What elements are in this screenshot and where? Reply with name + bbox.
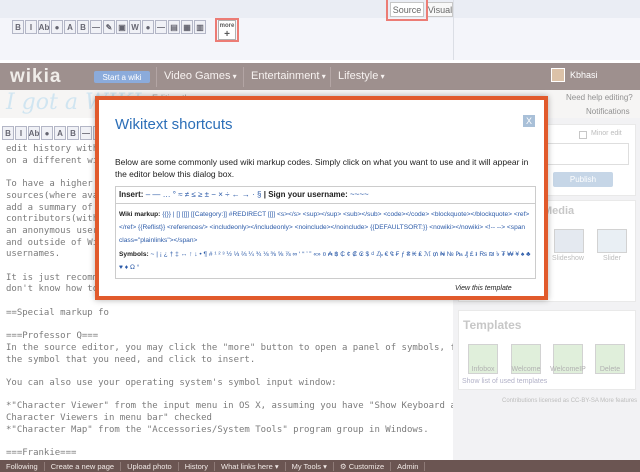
shortcuts-template-box: Insert: – — … ° ≈ ≠ ≤ ≥ ± − × ÷ ← → · § … [115,186,536,279]
bottom-bar-item[interactable]: History [179,461,216,471]
symbols-row: Symbols: ~ | ¡ ¿ † ‡ ↔ ↑ ↓ • ¶ # ¹ ² ³ ½… [119,248,533,274]
insert-label: Insert: [119,190,144,199]
screen: B I Ab ● A B — ✎ ▣ W ● — ▤ ▦ ▥ more + Source Visual wi… [0,0,640,472]
dialog-title: Wikitext shortcuts [115,116,233,133]
insert-row: Insert: – — … ° ≈ ≠ ≤ ≥ ± − × ÷ ← → · § … [119,190,369,199]
insert-characters[interactable]: – — … ° ≈ ≠ ≤ ≥ ± − × ÷ ← → · § [146,190,262,199]
markup-label: Wiki markup: [119,211,161,218]
dialog-description: Below are some commonly used wiki markup… [115,157,529,179]
wikitext-shortcuts-dialog: Wikitext shortcuts X Below are some comm… [95,96,548,300]
bottom-bar-item[interactable]: ⚙ Customize [334,461,392,471]
divider [116,203,535,204]
close-button[interactable]: X [523,115,535,127]
bottom-bar-item[interactable]: Following [0,461,45,471]
bottom-toolbar: Following Create a new page Upload photo Hi… [0,460,640,472]
bottom-bar-item[interactable]: Admin [391,461,426,471]
bottom-bar-item[interactable]: What links here ▾ [215,461,286,471]
bottom-bar-item[interactable]: Create a new page [45,461,122,471]
bottom-bar-item[interactable]: My Tools ▾ [286,461,334,471]
symbol-characters[interactable]: ~ | ¡ ¿ † ‡ ↔ ↑ ↓ • ¶ # ¹ ² ³ ½ ⅓ ⅔ ¼ ¾ … [119,251,530,271]
symbols-label: Symbols: [119,251,149,258]
wiki-markup-row: Wiki markup: {{}} | [] [[]] [[Category:]… [119,208,533,247]
markup-codes[interactable]: {{}} | [] [[]] [[Category:]] #REDIRECT [… [119,211,529,244]
bottom-bar-item[interactable]: Upload photo [121,461,179,471]
sign-signature[interactable]: ~~~~ [350,190,369,199]
view-template-link[interactable]: View this template [455,285,512,292]
sign-label: Sign your username: [268,190,348,199]
